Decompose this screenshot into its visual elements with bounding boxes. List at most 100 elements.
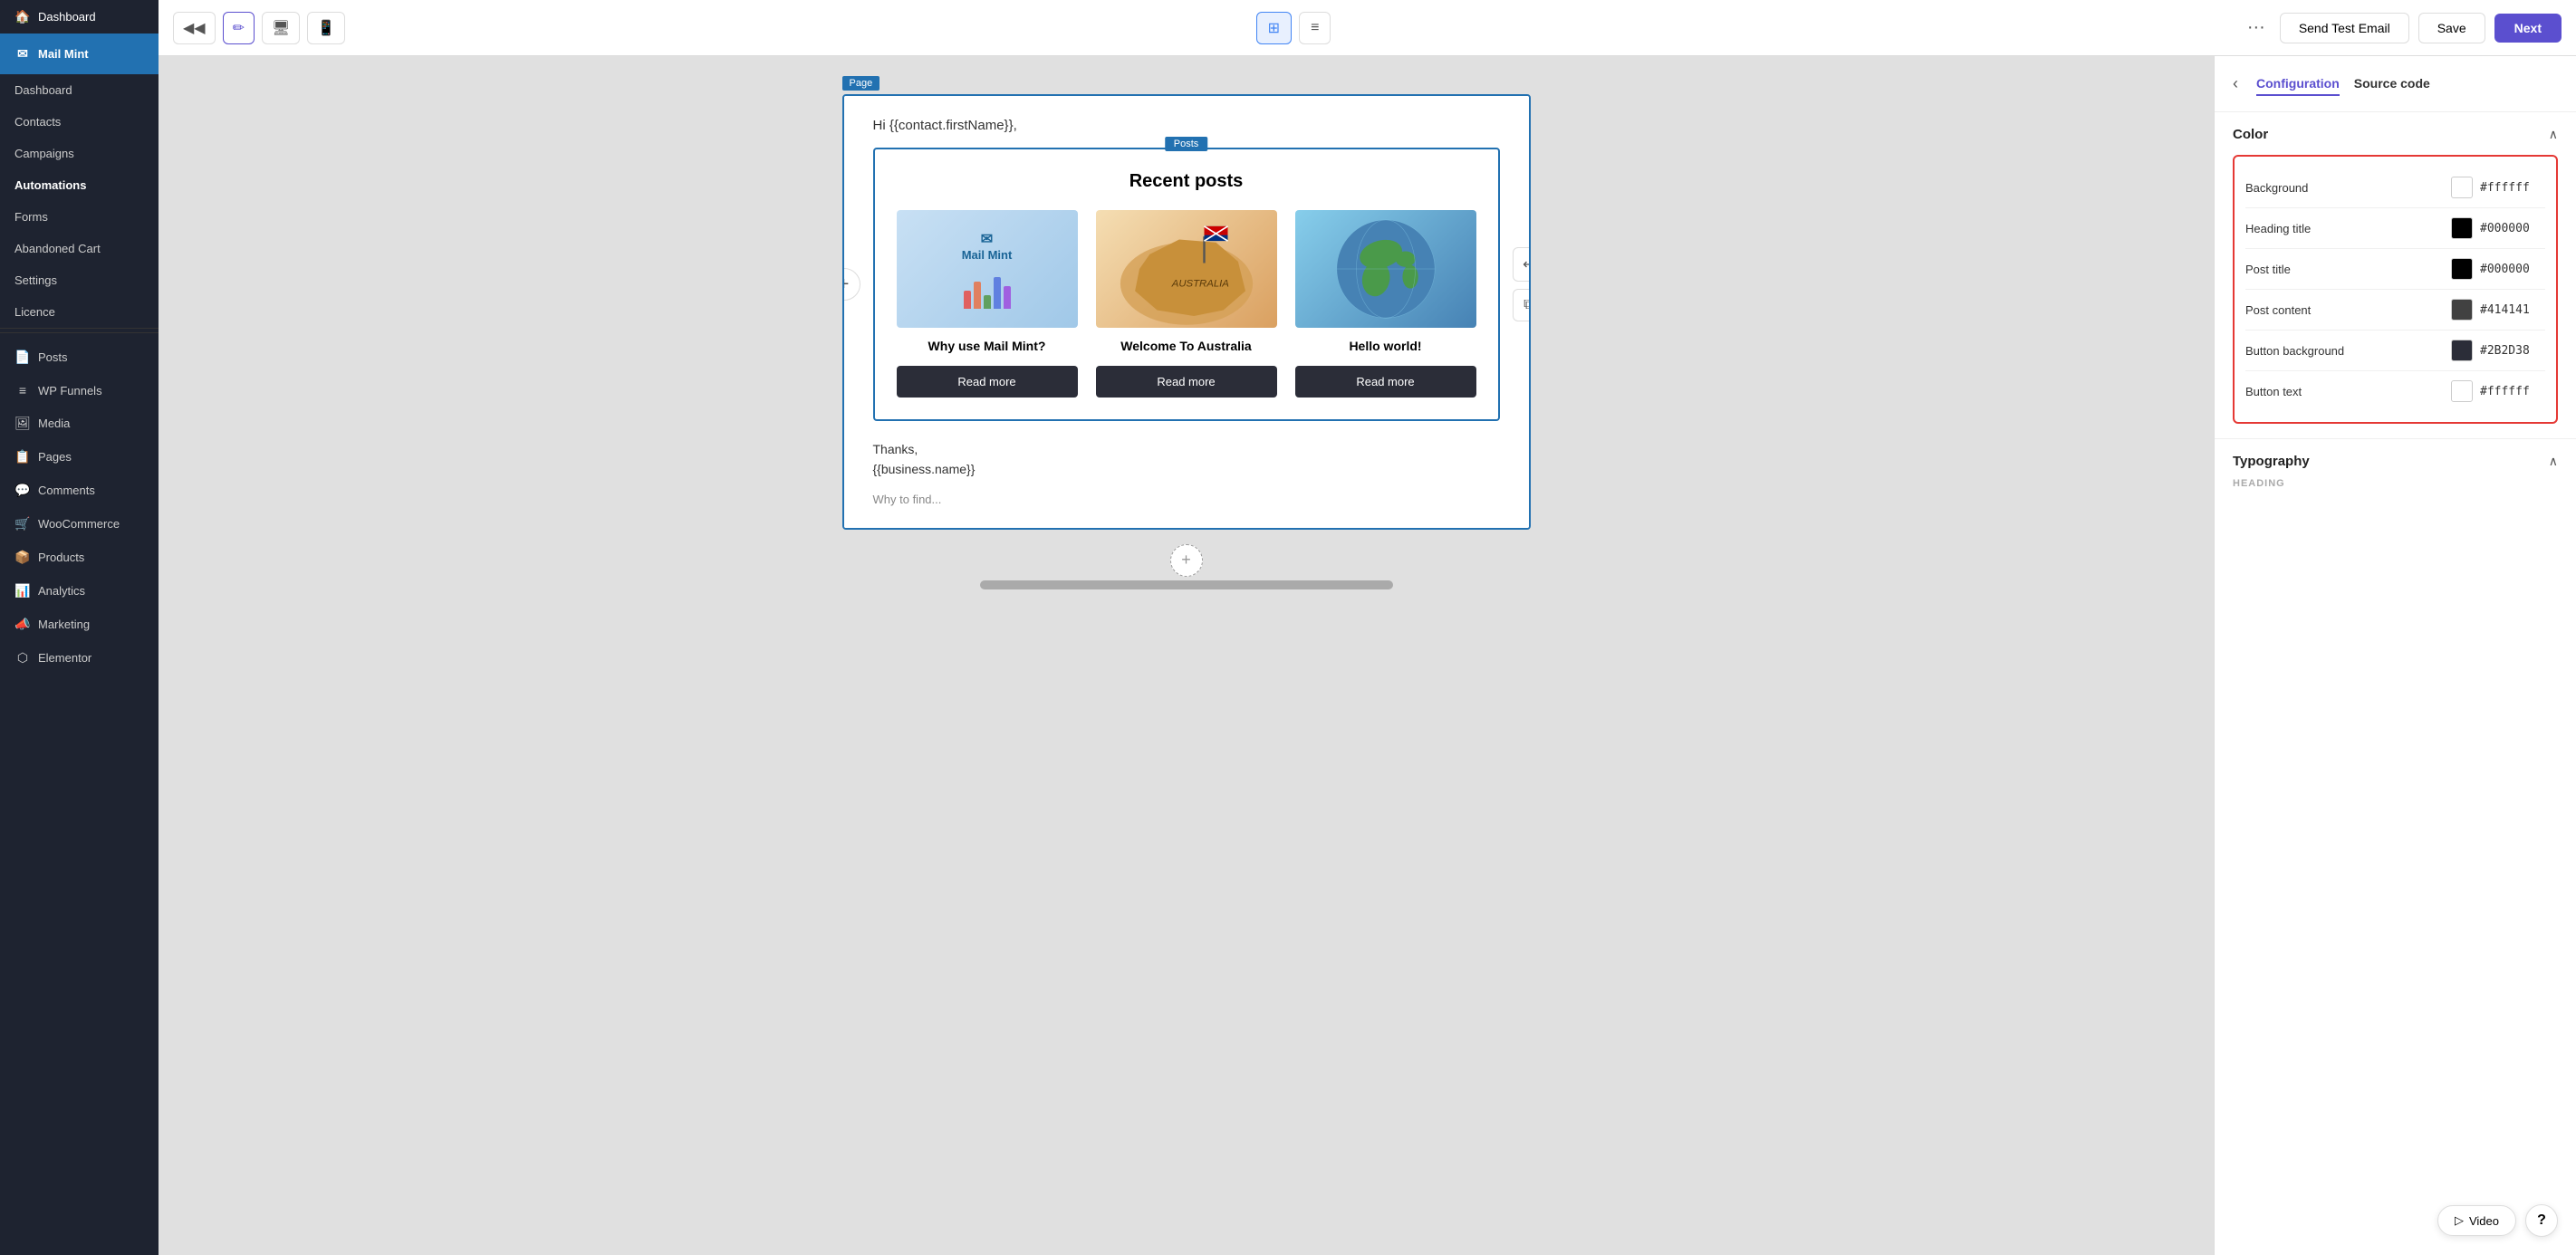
sidebar: 🏠 Dashboard ✉ Mail Mint Dashboard Contac…: [0, 0, 159, 1255]
back-button[interactable]: ◀◀: [173, 12, 216, 44]
marketing-icon: 📣: [14, 617, 31, 632]
add-block-button[interactable]: +: [1170, 544, 1203, 577]
mailmint-logo-icon: ✉: [981, 230, 993, 248]
color-input-button-text: #ffffff: [2451, 380, 2545, 402]
australia-map-svg: AUSTRALIA: [1096, 210, 1277, 328]
sidebar-item-forms[interactable]: Forms: [0, 201, 159, 233]
sidebar-wp-dashboard[interactable]: 🏠 Dashboard: [0, 0, 159, 34]
panel-header: ‹ Configuration Source code: [2215, 56, 2576, 112]
desktop-button[interactable]: 🖥: [262, 12, 300, 44]
color-swatch-post-content[interactable]: [2451, 299, 2473, 321]
sidebar-comments-text: Comments: [38, 484, 95, 497]
pages-icon: 📋: [14, 449, 31, 465]
sidebar-item-media[interactable]: 🖼 Media: [0, 407, 159, 440]
sidebar-item-posts[interactable]: 📄 Posts: [0, 340, 159, 374]
color-swatch-background[interactable]: [2451, 177, 2473, 198]
chart-container: [964, 273, 1011, 309]
sidebar-item-woocommerce[interactable]: 🛒 WooCommerce: [0, 507, 159, 541]
tab-source-code[interactable]: Source code: [2354, 72, 2430, 96]
video-button[interactable]: ▷ Video: [2437, 1205, 2516, 1236]
read-more-button-2[interactable]: Read more: [1096, 366, 1277, 398]
sidebar-media-text: Media: [38, 417, 70, 430]
tab-configuration[interactable]: Configuration: [2256, 72, 2340, 96]
sidebar-item-licence[interactable]: Licence: [0, 296, 159, 328]
chart-bar-3: [984, 295, 991, 309]
mobile-button[interactable]: 📱: [307, 12, 345, 44]
next-button[interactable]: Next: [2494, 14, 2562, 43]
chart-bar-4: [994, 277, 1001, 309]
posts-block-wrapper: Posts + ↩ ⧉ Recent posts: [873, 148, 1500, 421]
color-value-background: #ffffff: [2480, 181, 2545, 195]
sidebar-item-wp-funnels[interactable]: ≡ WP Funnels: [0, 374, 159, 407]
sidebar-item-analytics[interactable]: 📊 Analytics: [0, 574, 159, 608]
analytics-icon: 📊: [14, 583, 31, 599]
sidebar-settings-text: Settings: [14, 273, 57, 287]
grid-view-button[interactable]: ⊞: [1256, 12, 1292, 44]
sidebar-item-elementor[interactable]: ⬡ Elementor: [0, 641, 159, 675]
color-value-heading-title: #000000: [2480, 222, 2545, 235]
sidebar-item-abandoned-cart[interactable]: Abandoned Cart: [0, 233, 159, 264]
video-icon: ▷: [2455, 1213, 2464, 1228]
thanks-line-2: {{business.name}}: [873, 459, 1500, 479]
edit-button[interactable]: ✏: [223, 12, 255, 44]
sidebar-item-settings[interactable]: Settings: [0, 264, 159, 296]
email-container: Hi {{contact.firstName}}, Posts + ↩ ⧉: [842, 94, 1531, 530]
read-more-button-3[interactable]: Read more: [1295, 366, 1476, 398]
post-image-3: [1295, 210, 1476, 328]
greeting-text: Hi {{contact.firstName}},: [873, 118, 1500, 133]
canvas-scroll[interactable]: [842, 580, 1531, 589]
sidebar-item-products[interactable]: 📦 Products: [0, 541, 159, 574]
color-label-post-content: Post content: [2245, 303, 2311, 317]
canvas-wrapper[interactable]: Page Hi {{contact.firstName}}, Posts +: [159, 56, 2214, 1255]
sidebar-item-campaigns[interactable]: Campaigns: [0, 138, 159, 169]
topbar-center: ⊞ ≡: [356, 12, 2231, 44]
topbar-left: ◀◀ ✏ 🖥 📱: [173, 12, 345, 44]
sidebar-woocommerce-text: WooCommerce: [38, 517, 120, 531]
more-options-button[interactable]: ···: [2242, 12, 2271, 43]
color-input-button-background: #2B2D38: [2451, 340, 2545, 361]
sidebar-item-comments[interactable]: 💬 Comments: [0, 474, 159, 507]
sidebar-item-contacts[interactable]: Contacts: [0, 106, 159, 138]
dashboard-icon: 🏠: [14, 9, 31, 24]
typography-collapse-button[interactable]: ∧: [2549, 454, 2558, 469]
read-more-button-1[interactable]: Read more: [897, 366, 1078, 398]
save-button[interactable]: Save: [2418, 13, 2485, 43]
posts-block: Recent posts ✉ Mail Mint: [873, 148, 1500, 421]
sidebar-item-automations[interactable]: Automations: [0, 169, 159, 201]
color-row-post-title: Post title #000000: [2245, 249, 2545, 290]
typography-section: Typography ∧ HEADING: [2215, 439, 2576, 503]
sidebar-pages-text: Pages: [38, 450, 72, 464]
post-card-3: Hello world! Read more: [1295, 210, 1476, 398]
copy-button[interactable]: ⧉: [1513, 289, 1530, 321]
sidebar-item-pages[interactable]: 📋 Pages: [0, 440, 159, 474]
color-swatch-heading-title[interactable]: [2451, 217, 2473, 239]
color-label-background: Background: [2245, 181, 2308, 195]
sidebar-item-marketing[interactable]: 📣 Marketing: [0, 608, 159, 641]
color-label-button-background: Button background: [2245, 344, 2344, 358]
post-card-1: ✉ Mail Mint: [897, 210, 1078, 398]
color-input-background: #ffffff: [2451, 177, 2545, 198]
color-swatch-button-background[interactable]: [2451, 340, 2473, 361]
topbar-right: ··· Send Test Email Save Next: [2242, 12, 2562, 43]
chart-bar-2: [974, 282, 981, 309]
products-icon: 📦: [14, 550, 31, 565]
list-view-button[interactable]: ≡: [1299, 12, 1331, 44]
undo-button[interactable]: ↩: [1513, 247, 1530, 282]
sidebar-item-dashboard[interactable]: Dashboard: [0, 74, 159, 106]
color-swatch-post-title[interactable]: [2451, 258, 2473, 280]
post-title-2: Welcome To Australia: [1120, 339, 1251, 353]
heading-label: HEADING: [2233, 478, 2558, 489]
svg-text:AUSTRALIA: AUSTRALIA: [1170, 279, 1228, 290]
send-test-email-button[interactable]: Send Test Email: [2280, 13, 2409, 43]
color-section-header: Color ∧: [2233, 127, 2558, 142]
color-collapse-button[interactable]: ∧: [2549, 127, 2558, 142]
color-swatch-button-text[interactable]: [2451, 380, 2473, 402]
sidebar-mail-mint-label: Mail Mint: [38, 47, 89, 61]
panel-back-button[interactable]: ‹: [2229, 71, 2242, 97]
color-label-heading-title: Heading title: [2245, 222, 2311, 235]
add-block-left-button[interactable]: +: [842, 268, 860, 301]
help-button[interactable]: ?: [2525, 1204, 2558, 1237]
sidebar-mail-mint[interactable]: ✉ Mail Mint: [0, 34, 159, 74]
sidebar-analytics-text: Analytics: [38, 584, 85, 598]
color-value-post-content: #414141: [2480, 303, 2545, 317]
